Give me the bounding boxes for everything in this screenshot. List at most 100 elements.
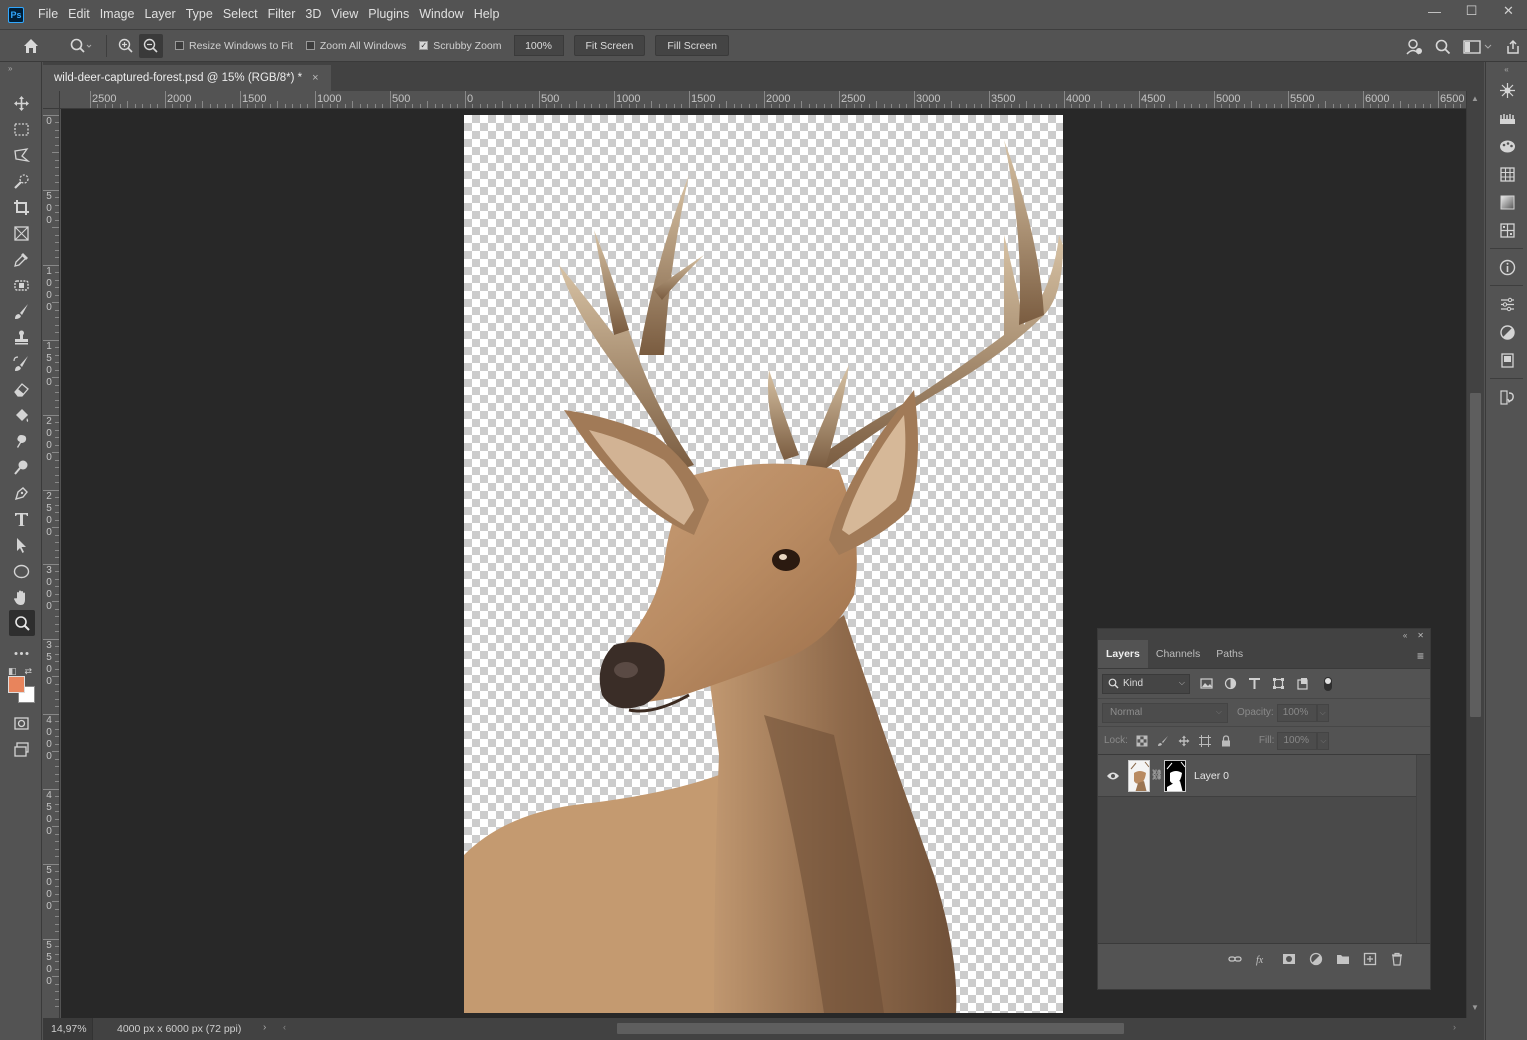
history-brush-tool[interactable] bbox=[0, 350, 42, 376]
libraries-button[interactable] bbox=[1486, 346, 1527, 374]
menu-window[interactable]: Window bbox=[414, 0, 468, 29]
layer-name[interactable]: Layer 0 bbox=[1194, 770, 1229, 782]
home-button[interactable] bbox=[0, 29, 62, 62]
fill-dropdown-icon[interactable]: ⌵ bbox=[1317, 731, 1330, 750]
pen-tool[interactable] bbox=[0, 480, 42, 506]
layer-row[interactable]: ⛓ Layer 0 bbox=[1098, 755, 1416, 797]
properties-button[interactable] bbox=[1486, 290, 1527, 318]
brushes-button[interactable] bbox=[1486, 104, 1527, 132]
scrubby-zoom-checkbox[interactable]: ✓ Scrubby Zoom bbox=[419, 40, 502, 52]
zoom-tool[interactable] bbox=[9, 610, 35, 636]
lock-all-icon[interactable] bbox=[1220, 734, 1232, 747]
stamp-tool[interactable] bbox=[0, 324, 42, 350]
close-panel-icon[interactable]: ✕ bbox=[1417, 631, 1424, 640]
lock-pixels-icon[interactable] bbox=[1157, 735, 1169, 747]
document-canvas[interactable] bbox=[464, 115, 1063, 1013]
layers-list-scrollbar[interactable] bbox=[1416, 755, 1429, 943]
smart-object-filter-icon[interactable] bbox=[1296, 677, 1309, 690]
menu-filter[interactable]: Filter bbox=[263, 0, 301, 29]
menu-plugins[interactable]: Plugins bbox=[363, 0, 414, 29]
vertical-scroll-thumb[interactable] bbox=[1470, 393, 1481, 717]
zoom-in-button[interactable] bbox=[113, 29, 139, 62]
fill-screen-button[interactable]: Fill Screen bbox=[655, 35, 729, 56]
new-layer-icon[interactable] bbox=[1363, 952, 1377, 966]
patch-tool[interactable] bbox=[0, 272, 42, 298]
zoom-all-windows-checkbox[interactable]: Zoom All Windows bbox=[305, 40, 406, 52]
gradients-button[interactable] bbox=[1486, 188, 1527, 216]
blur-tool[interactable] bbox=[0, 428, 42, 454]
menu-3d[interactable]: 3D bbox=[300, 0, 326, 29]
marquee-tool[interactable] bbox=[0, 116, 42, 142]
link-layers-icon[interactable] bbox=[1228, 952, 1242, 966]
menu-type[interactable]: Type bbox=[181, 0, 218, 29]
lasso-tool[interactable] bbox=[0, 142, 42, 168]
close-tab-icon[interactable]: × bbox=[312, 72, 318, 84]
ruler-origin[interactable] bbox=[43, 91, 60, 109]
eraser-tool[interactable] bbox=[0, 376, 42, 402]
filter-toggle-switch[interactable] bbox=[1324, 676, 1332, 691]
menu-select[interactable]: Select bbox=[218, 0, 263, 29]
minimize-button[interactable]: — bbox=[1416, 0, 1453, 22]
path-selection-tool[interactable] bbox=[0, 532, 42, 558]
new-adjustment-layer-icon[interactable] bbox=[1309, 952, 1323, 966]
resize-windows-checkbox[interactable]: Resize Windows to Fit bbox=[175, 40, 293, 52]
vertical-ruler[interactable]: 0 500 1000 1500 2000 2500 3000 3500 4000 4500 5000… bbox=[43, 109, 60, 1018]
hand-tool[interactable] bbox=[0, 584, 42, 610]
shape-layer-filter-icon[interactable] bbox=[1272, 677, 1285, 690]
tab-channels[interactable]: Channels bbox=[1148, 640, 1208, 668]
opacity-dropdown-icon[interactable]: ⌵ bbox=[1316, 703, 1329, 722]
eyedropper-tool[interactable] bbox=[0, 246, 42, 272]
swatches-button[interactable] bbox=[1486, 160, 1527, 188]
panel-menu-icon[interactable]: ≡ bbox=[1417, 649, 1424, 663]
swap-colors-icon[interactable]: ⇄ bbox=[25, 666, 33, 677]
delete-layer-icon[interactable] bbox=[1390, 952, 1404, 966]
tab-paths[interactable]: Paths bbox=[1208, 640, 1251, 668]
frame-tool[interactable] bbox=[0, 220, 42, 246]
screen-mode-button[interactable] bbox=[0, 736, 42, 762]
zoom-out-button[interactable] bbox=[139, 33, 163, 58]
crop-tool[interactable] bbox=[0, 194, 42, 220]
lock-artboard-icon[interactable] bbox=[1198, 734, 1211, 747]
scroll-left-icon[interactable]: ‹ bbox=[283, 1022, 286, 1032]
info-button[interactable] bbox=[1486, 253, 1527, 281]
zoom-percentage-field[interactable]: 100% bbox=[513, 35, 564, 56]
foreground-color[interactable] bbox=[8, 676, 25, 693]
horizontal-scrollbar[interactable]: ‹ › bbox=[283, 1022, 1456, 1035]
pixel-layer-filter-icon[interactable] bbox=[1200, 677, 1213, 690]
fit-screen-button[interactable]: Fit Screen bbox=[573, 35, 646, 56]
vertical-scrollbar[interactable]: ▲ ▼ bbox=[1466, 91, 1484, 1018]
lock-transparent-icon[interactable] bbox=[1136, 735, 1148, 747]
scroll-up-icon[interactable]: ▲ bbox=[1471, 94, 1479, 103]
menu-layer[interactable]: Layer bbox=[139, 0, 180, 29]
menu-file[interactable]: File bbox=[33, 0, 63, 29]
collapse-toolbar-button[interactable]: » bbox=[0, 62, 41, 74]
fill-field[interactable]: 100% bbox=[1277, 731, 1318, 750]
menu-image[interactable]: Image bbox=[95, 0, 140, 29]
history-button[interactable] bbox=[1486, 383, 1527, 411]
color-button[interactable] bbox=[1486, 132, 1527, 160]
paint-bucket-tool[interactable] bbox=[0, 402, 42, 428]
lock-position-icon[interactable] bbox=[1178, 735, 1190, 747]
menu-edit[interactable]: Edit bbox=[63, 0, 95, 29]
new-group-icon[interactable] bbox=[1336, 952, 1350, 966]
quick-selection-tool[interactable] bbox=[0, 168, 42, 194]
close-button[interactable]: ✕ bbox=[1490, 0, 1527, 22]
add-mask-icon[interactable] bbox=[1282, 952, 1296, 966]
menu-help[interactable]: Help bbox=[469, 0, 505, 29]
adjustment-layer-filter-icon[interactable] bbox=[1224, 677, 1237, 690]
type-tool[interactable] bbox=[0, 506, 42, 532]
horizontal-scroll-thumb[interactable] bbox=[617, 1023, 1124, 1034]
tab-layers[interactable]: Layers bbox=[1098, 640, 1148, 668]
dodge-tool[interactable] bbox=[0, 454, 42, 480]
workspace-icon[interactable] bbox=[1463, 39, 1493, 55]
share-icon[interactable] bbox=[1505, 39, 1521, 55]
zoom-level-field[interactable]: 14,97% bbox=[43, 1018, 93, 1040]
filter-kind-select[interactable]: Kind ⌵ bbox=[1102, 673, 1190, 694]
status-info-menu-icon[interactable]: › bbox=[263, 1022, 266, 1033]
menu-view[interactable]: View bbox=[326, 0, 363, 29]
layer-mask-thumbnail[interactable] bbox=[1164, 759, 1186, 792]
document-tab[interactable]: wild-deer-captured-forest.psd @ 15% (RGB… bbox=[43, 65, 331, 91]
search-icon[interactable] bbox=[1435, 39, 1451, 55]
horizontal-ruler[interactable]: 2500 2000 1500 1000 500 0 500 1000 1500 2000 2500 3… bbox=[60, 91, 1466, 109]
blend-mode-select[interactable]: Normal ⌵ bbox=[1102, 702, 1228, 723]
